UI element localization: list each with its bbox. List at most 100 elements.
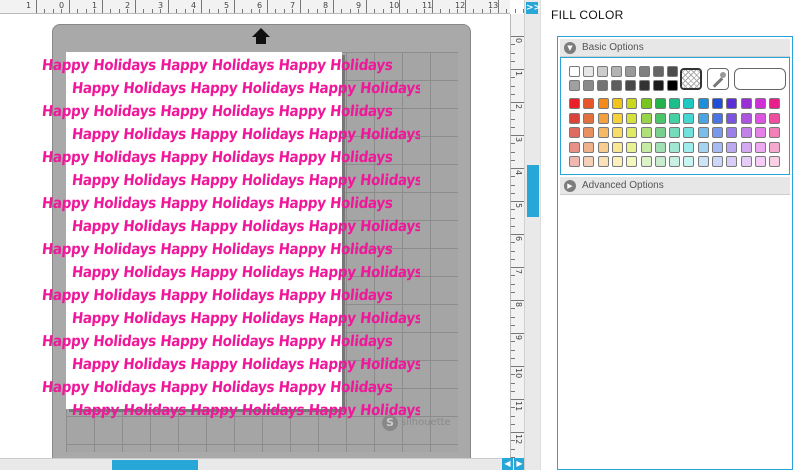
color-swatch[interactable] — [697, 112, 709, 124]
canvas-workspace[interactable]: 1 0 1 2 3 4 5 6 7 8 9 10 11 12 13 0 1 2 3 4 5 6 7 8 9 10 11 12 Hap… — [0, 0, 540, 470]
color-swatch[interactable] — [740, 127, 752, 138]
toggle-panel-button[interactable]: >> — [526, 2, 541, 14]
color-swatch[interactable] — [597, 66, 608, 77]
color-swatch[interactable] — [625, 66, 636, 77]
color-swatch[interactable] — [640, 98, 652, 109]
color-swatch[interactable] — [726, 98, 738, 109]
horizontal-scrollbar[interactable] — [0, 458, 510, 470]
color-swatch[interactable] — [597, 98, 609, 109]
color-swatch[interactable] — [611, 98, 623, 109]
vertical-scrollbar[interactable] — [524, 0, 540, 470]
color-swatch[interactable] — [667, 66, 678, 77]
color-swatch[interactable] — [640, 127, 652, 138]
color-swatch[interactable] — [726, 127, 738, 138]
color-swatch[interactable] — [654, 156, 666, 167]
scroll-left-icon[interactable]: ◀ — [502, 458, 513, 470]
color-swatch[interactable] — [683, 156, 695, 167]
color-swatch[interactable] — [583, 98, 595, 109]
color-swatch[interactable] — [726, 112, 738, 124]
color-swatch[interactable] — [683, 112, 695, 124]
color-swatch[interactable] — [583, 156, 595, 167]
color-swatch[interactable] — [654, 127, 666, 138]
color-swatch[interactable] — [625, 80, 636, 91]
color-swatch[interactable] — [583, 141, 595, 153]
color-swatch[interactable] — [697, 127, 709, 138]
color-swatch[interactable] — [583, 80, 594, 91]
vertical-scroll-thumb[interactable] — [527, 165, 539, 217]
color-swatch[interactable] — [653, 66, 664, 77]
color-swatch[interactable] — [597, 112, 609, 124]
color-swatch[interactable] — [639, 66, 650, 77]
color-swatch[interactable] — [597, 156, 609, 167]
color-swatch[interactable] — [626, 156, 638, 167]
color-swatch[interactable] — [740, 98, 752, 109]
color-swatch[interactable] — [740, 156, 752, 167]
color-swatch[interactable] — [626, 98, 638, 109]
color-swatch[interactable] — [697, 141, 709, 153]
color-swatch[interactable] — [669, 156, 681, 167]
color-swatch[interactable] — [569, 66, 580, 77]
color-swatch[interactable] — [611, 66, 622, 77]
color-swatch[interactable] — [754, 127, 766, 138]
color-swatch[interactable] — [611, 80, 622, 91]
color-swatch[interactable] — [611, 112, 623, 124]
color-swatch[interactable] — [726, 156, 738, 167]
color-swatch[interactable] — [669, 112, 681, 124]
color-swatch[interactable] — [654, 141, 666, 153]
color-swatch[interactable] — [569, 112, 580, 124]
color-swatch[interactable] — [611, 156, 623, 167]
color-swatch[interactable] — [569, 141, 580, 153]
color-swatch[interactable] — [683, 127, 695, 138]
color-swatch[interactable] — [712, 156, 723, 167]
color-swatch[interactable] — [754, 112, 766, 124]
color-swatch[interactable] — [653, 80, 664, 91]
color-swatch[interactable] — [611, 141, 623, 153]
color-swatch[interactable] — [769, 156, 781, 167]
color-swatch[interactable] — [697, 156, 709, 167]
color-swatch[interactable] — [654, 98, 666, 109]
color-swatch[interactable] — [769, 141, 781, 153]
color-swatch[interactable] — [740, 141, 752, 153]
color-swatch[interactable] — [712, 141, 723, 153]
color-swatch[interactable] — [669, 127, 681, 138]
color-swatch[interactable] — [583, 66, 594, 77]
color-swatch[interactable] — [597, 127, 609, 138]
color-swatch[interactable] — [754, 156, 766, 167]
custom-color-swatch[interactable] — [734, 68, 786, 90]
color-swatch[interactable] — [726, 141, 738, 153]
horizontal-scroll-thumb[interactable] — [112, 460, 198, 470]
color-swatch[interactable] — [611, 127, 623, 138]
color-swatch[interactable] — [640, 156, 652, 167]
color-swatch[interactable] — [769, 127, 781, 138]
color-swatch[interactable] — [640, 112, 652, 124]
color-swatch[interactable] — [640, 141, 652, 153]
color-swatch[interactable] — [769, 98, 781, 109]
color-swatch[interactable] — [754, 98, 766, 109]
color-swatch[interactable] — [712, 98, 723, 109]
color-swatch[interactable] — [597, 141, 609, 153]
color-swatch[interactable] — [626, 127, 638, 138]
color-swatch[interactable] — [569, 98, 580, 109]
color-swatch[interactable] — [712, 127, 723, 138]
color-swatch[interactable] — [712, 112, 723, 124]
advanced-options-header[interactable]: ▶ Advanced Options — [560, 177, 790, 195]
color-swatch[interactable] — [626, 112, 638, 124]
no-fill-swatch[interactable] — [680, 68, 702, 90]
color-swatch[interactable] — [654, 112, 666, 124]
color-swatch[interactable] — [583, 127, 595, 138]
color-swatch[interactable] — [569, 80, 580, 91]
color-swatch[interactable] — [740, 112, 752, 124]
color-swatch[interactable] — [626, 141, 638, 153]
color-swatch[interactable] — [569, 156, 580, 167]
color-swatch[interactable] — [667, 80, 678, 91]
basic-options-header[interactable]: ▼ Basic Options — [560, 39, 790, 57]
color-swatch[interactable] — [569, 127, 580, 138]
color-swatch[interactable] — [669, 98, 681, 109]
color-swatch[interactable] — [697, 98, 709, 109]
color-swatch[interactable] — [769, 112, 781, 124]
color-swatch[interactable] — [683, 98, 695, 109]
color-swatch[interactable] — [683, 141, 695, 153]
color-swatch[interactable] — [597, 80, 608, 91]
color-swatch[interactable] — [669, 141, 681, 153]
happy-holidays-pattern[interactable]: Happy Holidays Happy Holidays Happy Holi… — [40, 52, 420, 424]
